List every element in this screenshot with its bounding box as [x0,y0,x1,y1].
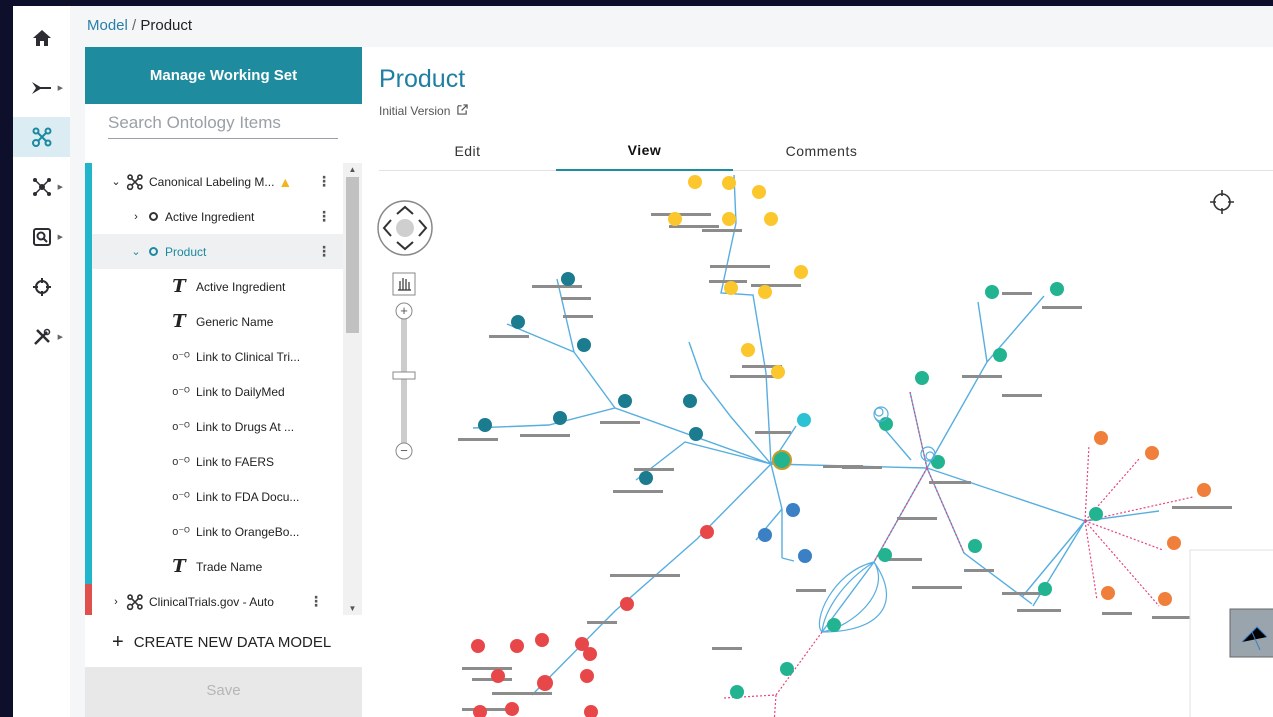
tab-view[interactable]: View [556,131,733,171]
tree-item-link[interactable]: o⁻ᴼ Link to OrangeBo... [92,514,343,549]
search-doc-icon[interactable]: ▶ [13,217,70,257]
tree-item-link[interactable]: o⁻ᴼ Link to DailyMed [92,374,343,409]
scroll-down-icon[interactable]: ▼ [343,604,362,613]
tree-item-label: Link to OrangeBo... [196,524,300,539]
graph-canvas[interactable]: + − [362,172,1273,717]
create-label: CREATE NEW DATA MODEL [133,634,332,651]
page-title: Product [379,65,466,93]
tree-item-property[interactable]: T Trade Name [92,549,343,584]
tree-item-link[interactable]: o⁻ᴼ Link to Clinical Tri... [92,339,343,374]
scroll-up-icon[interactable]: ▲ [343,165,362,174]
home-icon[interactable] [13,18,70,58]
tree-item-link[interactable]: o⁻ᴼ Link to FDA Docu... [92,479,343,514]
link-icon: o⁻ᴼ [172,456,190,468]
graph-nodes[interactable] [471,175,1211,717]
more-icon[interactable]: ⋮ [317,208,331,225]
tree-item-clinicaltrials[interactable]: › ClinicalTrials.gov - Auto ⋮ [92,584,343,615]
tree-item-label: Generic Name [196,314,274,329]
model-color-bar [85,163,92,584]
object-icon [149,212,158,221]
version-label[interactable]: Initial Version [379,104,468,118]
link-icon: o⁻ᴼ [172,421,190,433]
main-panel: Product Initial Version Edit View Commen… [362,47,1273,717]
icon-rail: ▶ ▶ ▶ ▶ [13,6,70,717]
chevron-right-icon[interactable]: › [130,211,142,223]
external-link-icon[interactable] [457,104,468,115]
save-button[interactable]: Save [85,667,362,717]
tree-item-label: Link to Drugs At ... [196,419,295,434]
svg-text:+: + [400,303,408,318]
working-set-header[interactable]: Manage Working Set [85,47,362,104]
tree-item-property[interactable]: T Generic Name [92,304,343,339]
link-icon: o⁻ᴼ [172,526,190,538]
tree-item-label: Link to FDA Docu... [196,489,300,504]
more-icon[interactable]: ⋮ [317,243,331,260]
tab-edit[interactable]: Edit [379,131,556,171]
pipeline-icon[interactable]: ▶ [13,68,70,108]
graph-link-edges [723,391,1194,717]
tree-item-label: Link to Clinical Tri... [196,349,301,364]
graph-edges [472,174,1160,696]
svg-text:−: − [400,443,408,458]
tree-item-label: Active Ingredient [196,279,286,294]
plus-icon: + [112,631,124,653]
tree-item-label: Product [165,244,207,259]
tree-item-canonical-labeling[interactable]: ⌄ Canonical Labeling M... ▲ ⋮ [92,164,343,199]
tools-icon[interactable]: ▶ [13,317,70,357]
text-property-icon: T [172,311,186,332]
tree-item-active-ingredient[interactable]: › Active Ingredient ⋮ [92,199,343,234]
chevron-down-icon[interactable]: ⌄ [130,245,142,258]
crosshair-icon[interactable] [13,267,70,307]
breadcrumb-parent[interactable]: Model [87,17,128,34]
breadcrumb-separator: / [132,17,137,34]
save-label: Save [206,682,241,699]
tree-item-label: Link to FAERS [196,454,275,469]
tree-item-label: Trade Name [196,559,263,574]
search-input[interactable]: Search Ontology Items [108,109,338,139]
link-icon: o⁻ᴼ [172,386,190,398]
chevron-right-icon[interactable]: › [110,596,122,608]
network-icon[interactable]: ▶ [13,167,70,207]
app-frame: ▶ ▶ ▶ ▶ Model / Product Manage Working S… [13,6,1273,717]
tree-item-product[interactable]: ⌄ Product ⋮ [92,234,343,269]
tree-scrollbar[interactable]: ▲ ▼ [343,163,362,615]
tab-comments[interactable]: Comments [733,131,910,171]
version-text: Initial Version [379,104,451,118]
model-icon [126,593,143,610]
breadcrumb: Model / Product [87,17,192,34]
text-property-icon: T [172,276,186,297]
working-set-panel: Manage Working Set Search Ontology Items… [85,47,362,717]
breadcrumb-current: Product [140,17,193,34]
more-icon[interactable]: ⋮ [317,173,331,190]
model-color-bar [85,584,92,615]
tree-item-label: ClinicalTrials.gov - Auto [149,594,274,609]
ontology-tree: ⌄ Canonical Labeling M... ▲ ⋮ › Active I… [85,163,343,615]
tree-item-link[interactable]: o⁻ᴼ Link to FAERS [92,444,343,479]
chevron-down-icon[interactable]: ⌄ [110,175,122,188]
link-icon: o⁻ᴼ [172,351,190,363]
tree-item-label: Link to DailyMed [196,384,285,399]
zoom-slider[interactable]: + − [392,302,416,460]
tree-item-label: Canonical Labeling M... [149,174,275,189]
link-icon: o⁻ᴼ [172,491,190,503]
scrollbar-thumb[interactable] [346,177,359,333]
tree-item-property[interactable]: T Active Ingredient [92,269,343,304]
node-labels [458,213,1232,711]
create-data-model-button[interactable]: + CREATE NEW DATA MODEL [112,631,331,654]
warning-icon: ▲ [278,173,293,190]
recenter-icon[interactable] [1210,190,1234,214]
text-property-icon: T [172,556,186,577]
ontology-icon[interactable] [13,117,70,157]
object-icon [149,247,158,256]
model-icon [126,173,143,190]
tab-bar: Edit View Comments [379,131,1273,171]
tree-item-link[interactable]: o⁻ᴼ Link to Drugs At ... [92,409,343,444]
navigation-control[interactable] [377,200,433,256]
tree-item-label: Active Ingredient [165,209,255,224]
more-icon[interactable]: ⋮ [309,593,323,610]
minimap[interactable] [1189,549,1273,717]
pan-hand-icon[interactable] [392,272,416,296]
